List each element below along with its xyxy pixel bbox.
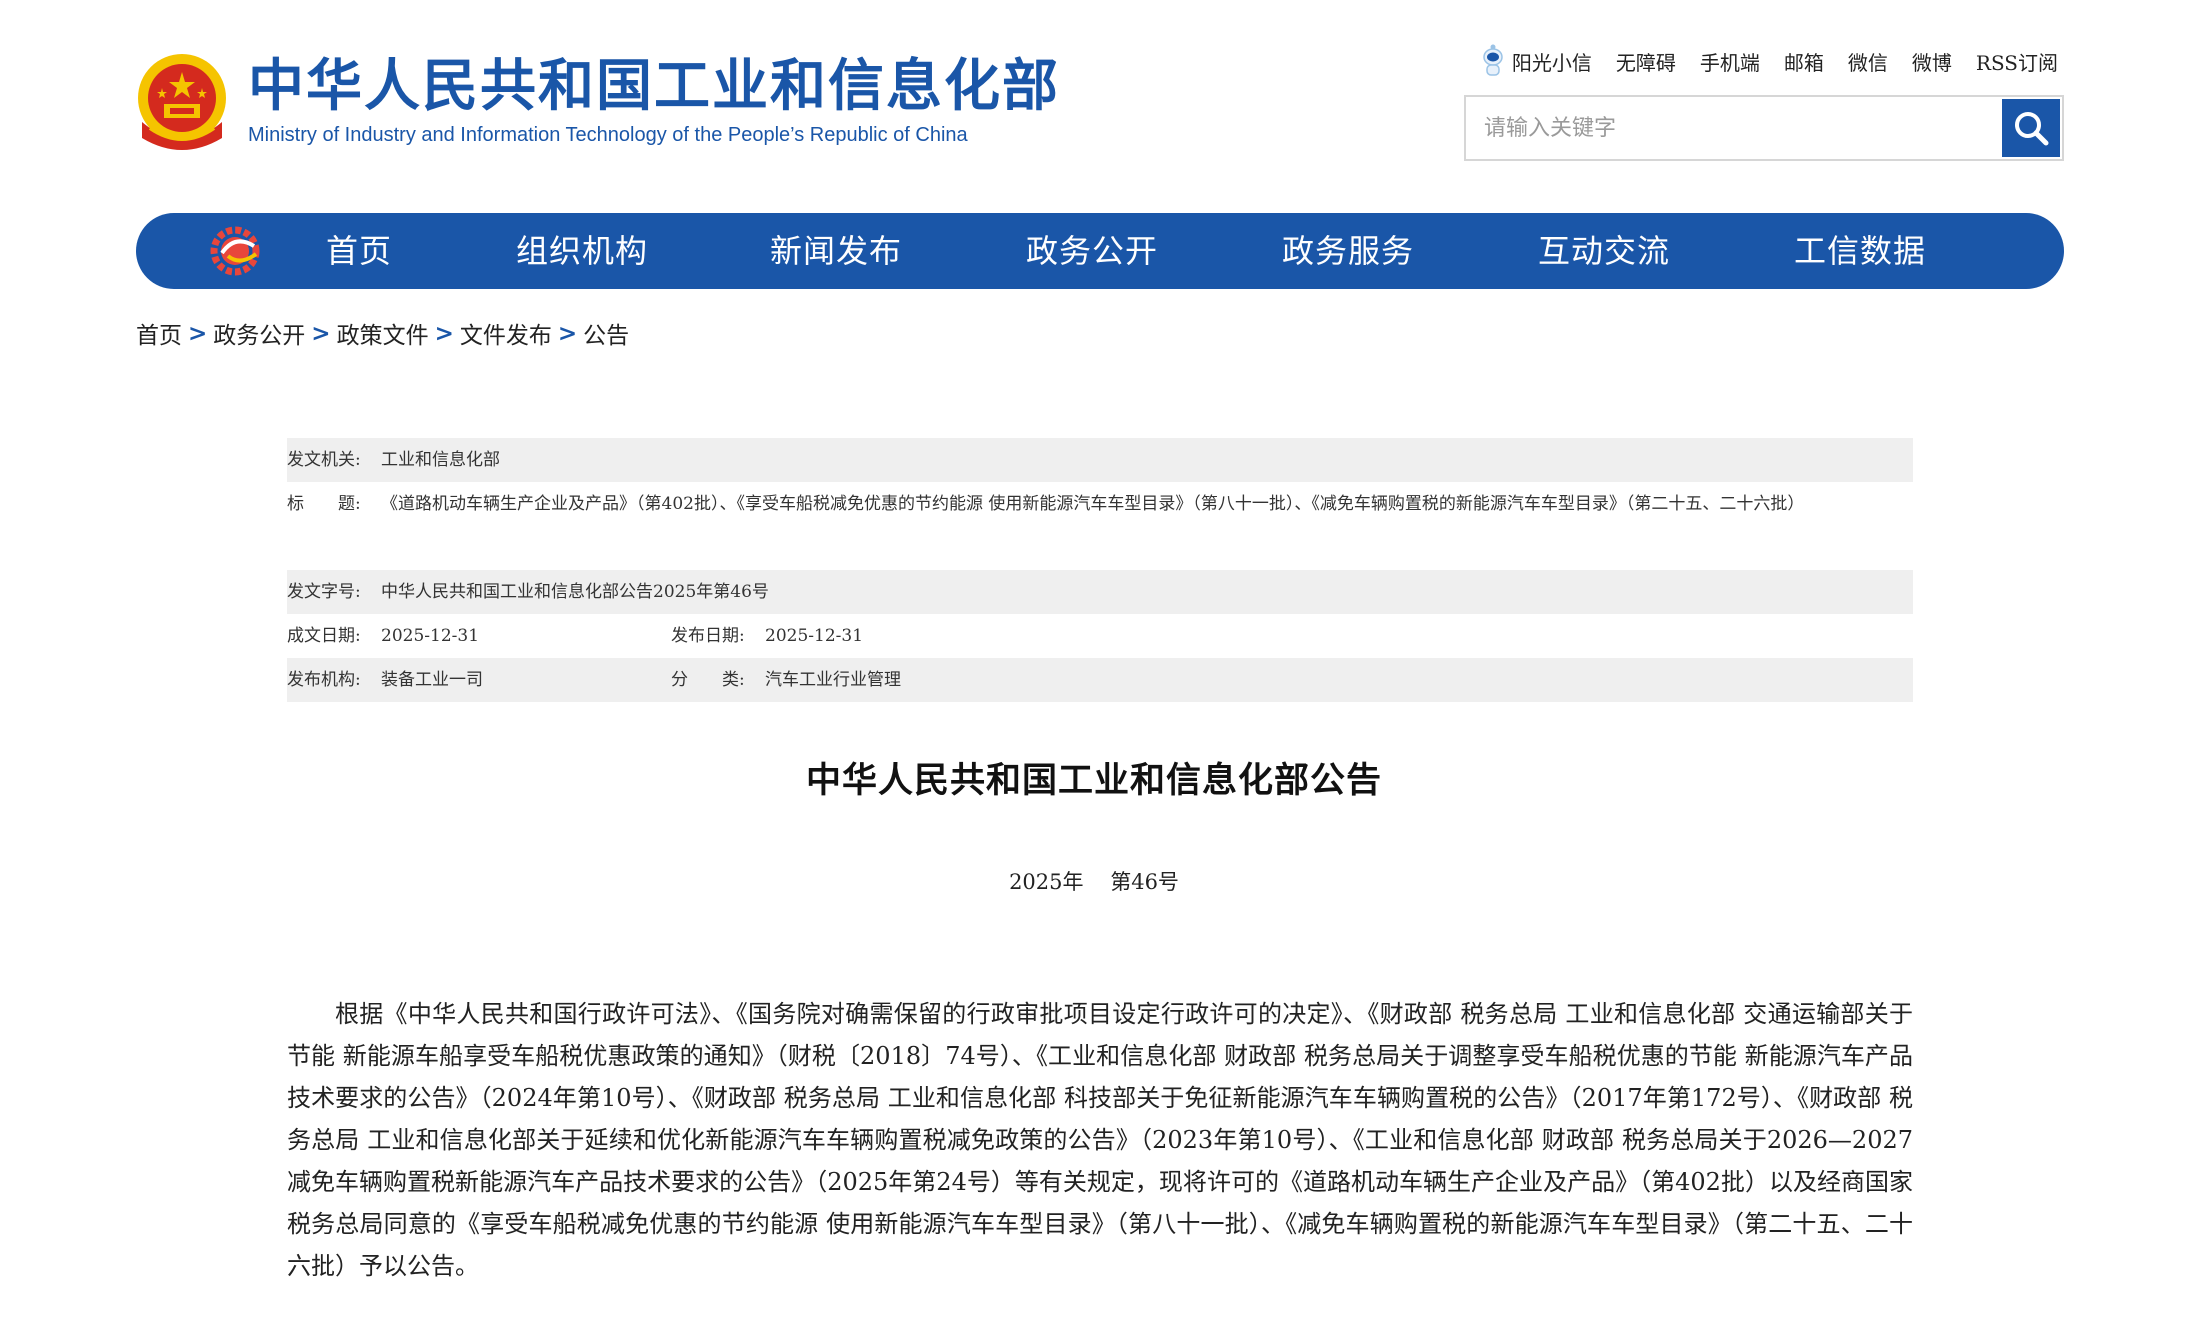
nav-item-gov-services[interactable]: 政务服务 [1282,213,1414,289]
robot-icon [1483,44,1503,76]
search-box [1464,95,2064,161]
miit-gear-logo-icon[interactable] [210,226,262,276]
breadcrumb-separator: > [557,319,578,347]
meta-org: 装备工业一司 [381,670,483,690]
search-button[interactable] [2002,99,2060,157]
meta-label: 分 类: [671,670,745,690]
breadcrumb: 首页 > 政务公开 > 政策文件 > 文件发布 > 公告 [136,316,629,350]
top-link-rss[interactable]: RSS订阅 [1976,47,2058,76]
breadcrumb-separator: > [311,319,331,347]
breadcrumb-item-release[interactable]: 文件发布 [460,316,552,350]
meta-category: 汽车工业行业管理 [765,670,901,690]
meta-row-org: 发布机构: 装备工业一司 分 类: 汽车工业行业管理 [287,658,1913,702]
top-link-weibo[interactable]: 微博 [1912,47,1952,76]
meta-label: 发布日期: [671,626,745,646]
top-links: 阳光小信 无障碍 手机端 邮箱 微信 微博 RSS订阅 [1480,44,2058,78]
site-logo[interactable]: 中华人民共和国工业和信息化部 Ministry of Industry and … [136,52,1060,152]
search-icon [2015,112,2049,146]
national-emblem-icon [138,54,226,150]
top-link-assistant[interactable]: 阳光小信 [1480,44,1592,78]
nav-item-gov-affairs[interactable]: 政务公开 [1026,213,1158,289]
meta-row-docno: 发文字号: 中华人民共和国工业和信息化部公告2025年第46号 [287,570,1913,614]
document-year: 2025年 [1009,870,1084,894]
breadcrumb-separator: > [188,319,208,347]
breadcrumb-item-home[interactable]: 首页 [136,316,182,350]
meta-title: 《道路机动车辆生产企业及产品》（第402批）、《享受车船税减免优惠的节约能源 使… [381,494,1805,514]
nav-item-interaction[interactable]: 互动交流 [1538,213,1670,289]
search-input[interactable] [1466,97,1998,159]
document-title: 中华人民共和国工业和信息化部公告 [805,760,1382,801]
nav-item-news[interactable]: 新闻发布 [770,213,902,289]
meta-label: 成文日期: [287,626,361,646]
top-link-wechat[interactable]: 微信 [1848,47,1888,76]
meta-label: 标 题: [287,494,361,514]
meta-label: 发布机构: [287,670,361,690]
document-serial: 第46号 [1110,870,1179,894]
nav-item-home[interactable]: 首页 [326,213,392,289]
meta-label: 发文机关: [287,450,361,470]
meta-issuer: 工业和信息化部 [381,450,500,470]
meta-written-date: 2025-12-31 [381,626,480,646]
top-link-accessibility[interactable]: 无障碍 [1616,47,1676,76]
nav-item-organization[interactable]: 组织机构 [516,213,648,289]
breadcrumb-item-notice[interactable]: 公告 [583,316,629,350]
breadcrumb-separator: > [434,319,454,347]
breadcrumb-item-gov-affairs[interactable]: 政务公开 [213,316,305,350]
document-meta-table: 发文机关: 工业和信息化部 标 题: 《道路机动车辆生产企业及产品》（第402批… [287,438,1913,702]
main-nav: 首页 组织机构 新闻发布 政务公开 政务服务 互动交流 工信数据 [136,213,2064,289]
document-body: 根据《中华人民共和国行政许可法》、《国务院对确需保留的行政审批项目设定行政许可的… [287,1000,1913,1280]
meta-label: 发文字号: [287,582,361,602]
meta-row-issuer: 发文机关: 工业和信息化部 [287,438,1913,482]
meta-row-title: 标 题: 《道路机动车辆生产企业及产品》（第402批）、《享受车船税减免优惠的节… [287,482,1913,570]
document-number: 2025年 第46号 [0,866,2188,896]
top-link-label: 阳光小信 [1511,50,1592,75]
breadcrumb-item-policy[interactable]: 政策文件 [337,316,429,350]
meta-published-date: 2025-12-31 [765,626,864,646]
top-link-mail[interactable]: 邮箱 [1784,47,1824,76]
meta-docno: 中华人民共和国工业和信息化部公告2025年第46号 [381,582,769,602]
page: 中华人民共和国工业和信息化部 Ministry of Industry and … [0,0,2188,1328]
meta-row-dates: 成文日期: 2025-12-31 发布日期: 2025-12-31 [287,614,1913,658]
logo-title-cn: 中华人民共和国工业和信息化部 [248,54,1060,119]
logo-title-en: Ministry of Industry and Information Tec… [248,124,968,146]
nav-item-data[interactable]: 工信数据 [1794,213,1926,289]
top-link-mobile[interactable]: 手机端 [1700,47,1760,76]
